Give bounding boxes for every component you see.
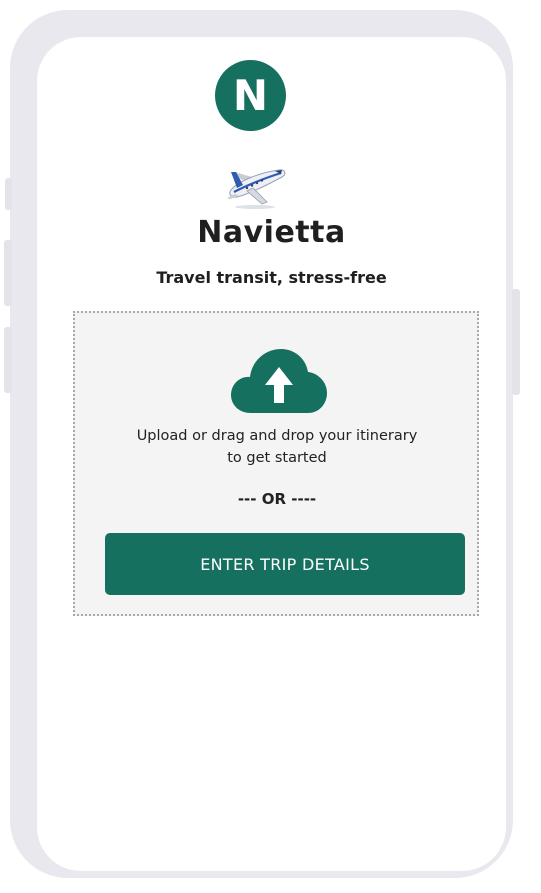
app-tagline: Travel transit, stress-free (156, 268, 387, 287)
airplane-icon (227, 169, 286, 209)
app-screen: N Navietta Travel transit, stress-free U… (37, 37, 506, 871)
phone-frame: N Navietta Travel transit, stress-free U… (10, 10, 513, 878)
cloud-upload-icon (231, 349, 327, 413)
side-button-left-2 (4, 240, 12, 306)
enter-trip-details-button[interactable]: ENTER TRIP DETAILS (105, 533, 465, 595)
logo-letter: N (232, 71, 269, 120)
upload-instructions-line2: to get started (227, 450, 327, 466)
side-button-left-3 (4, 327, 12, 393)
side-button-right (512, 289, 520, 395)
or-divider: --- OR ---- (237, 490, 317, 508)
itinerary-dropzone[interactable]: Upload or drag and drop your itinerary t… (73, 311, 479, 616)
upload-instructions: Upload or drag and drop your itinerary t… (95, 425, 459, 469)
enter-trip-details-label: ENTER TRIP DETAILS (200, 554, 370, 574)
app-title: Navietta (197, 215, 346, 250)
side-button-left-1 (5, 178, 12, 210)
logo-badge: N (215, 60, 286, 131)
upload-instructions-line1: Upload or drag and drop your itinerary (136, 428, 418, 444)
